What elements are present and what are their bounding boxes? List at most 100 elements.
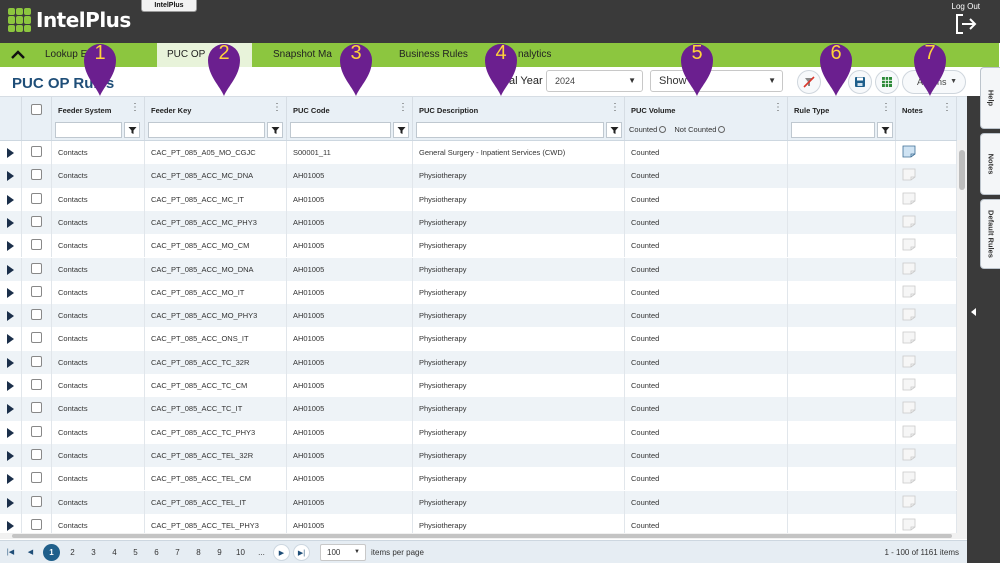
table-row[interactable]: Contacts CAC_PT_085_ACC_TC_IT AH01005 Physi…	[0, 397, 967, 421]
tab-business-rules[interactable]: Business Rules	[389, 43, 478, 67]
note-icon[interactable]	[902, 238, 916, 251]
first-page-icon[interactable]: |◀	[2, 544, 19, 561]
expand-row-icon[interactable]	[7, 497, 14, 508]
column-menu-icon[interactable]: ⋮	[130, 103, 140, 113]
table-row[interactable]: Contacts CAC_PT_085_ACC_ONS_IT AH01005 Phys…	[0, 327, 967, 351]
expand-row-icon[interactable]	[7, 217, 14, 228]
collapse-chevron-icon[interactable]	[8, 46, 28, 64]
note-icon[interactable]	[902, 145, 916, 158]
note-icon[interactable]	[902, 262, 916, 275]
row-checkbox[interactable]	[31, 472, 42, 484]
column-menu-icon[interactable]: ⋮	[773, 103, 783, 113]
row-checkbox[interactable]	[31, 215, 42, 227]
tab-snapshot-manager[interactable]: Snapshot Ma	[263, 43, 342, 67]
row-checkbox[interactable]	[31, 425, 42, 437]
column-menu-icon[interactable]: ⋮	[398, 103, 408, 113]
row-checkbox[interactable]	[31, 192, 42, 204]
page-number-3[interactable]: 3	[85, 544, 102, 561]
row-checkbox[interactable]	[31, 518, 42, 530]
feeder-system-filter-input[interactable]	[55, 122, 122, 138]
table-row[interactable]: Contacts CAC_PT_085_ACC_MO_CM AH01005 Physi…	[0, 234, 967, 258]
note-icon[interactable]	[902, 331, 916, 344]
page-number-6[interactable]: 6	[148, 544, 165, 561]
fiscal-year-select[interactable]: 2024 ▼	[546, 70, 643, 92]
puc-description-filter-input[interactable]	[416, 122, 604, 138]
page-number-more[interactable]: ...	[253, 544, 270, 561]
column-menu-icon[interactable]: ⋮	[942, 103, 952, 113]
page-number-10[interactable]: 10	[232, 544, 249, 561]
page-number-7[interactable]: 7	[169, 544, 186, 561]
last-page-icon[interactable]: ▶|	[293, 544, 310, 561]
feeder-key-filter-input[interactable]	[148, 122, 265, 138]
expand-row-icon[interactable]	[7, 381, 14, 391]
row-checkbox[interactable]	[31, 355, 42, 367]
expand-row-icon[interactable]	[7, 264, 14, 275]
page-number-2[interactable]: 2	[64, 544, 81, 561]
page-number-8[interactable]: 8	[190, 544, 207, 561]
table-row[interactable]: Contacts CAC_PT_085_ACC_MC_PHY3 AH01005 Phy…	[0, 210, 967, 235]
row-checkbox[interactable]	[31, 262, 42, 274]
note-icon[interactable]	[902, 448, 916, 461]
expand-row-icon[interactable]	[7, 357, 14, 368]
page-size-select[interactable]: 100 ▼	[320, 544, 366, 561]
vertical-scroll-thumb[interactable]	[959, 150, 965, 190]
puc-description-filter-button[interactable]	[606, 122, 622, 138]
row-checkbox[interactable]	[31, 379, 42, 390]
row-checkbox[interactable]	[31, 239, 42, 251]
page-number-1[interactable]: 1	[43, 544, 60, 561]
row-checkbox[interactable]	[31, 332, 42, 344]
expand-row-icon[interactable]	[7, 334, 14, 345]
feeder-key-filter-button[interactable]	[267, 122, 283, 138]
export-excel-button[interactable]	[875, 70, 899, 94]
page-number-9[interactable]: 9	[211, 544, 228, 561]
expand-panel-caret-icon[interactable]	[971, 308, 976, 316]
expand-row-icon[interactable]	[7, 450, 14, 461]
note-icon[interactable]	[902, 495, 916, 508]
note-icon[interactable]	[902, 518, 916, 531]
row-checkbox[interactable]	[31, 402, 42, 414]
window-tab[interactable]: IntelPlus	[141, 0, 197, 12]
note-icon[interactable]	[902, 308, 916, 321]
note-icon[interactable]	[902, 401, 916, 414]
table-row[interactable]: Contacts CAC_PT_085_ACC_TEL_32R AH01005 Phy…	[0, 443, 967, 468]
expand-row-icon[interactable]	[7, 241, 14, 252]
logout-button[interactable]: Log Out	[952, 2, 980, 35]
table-row[interactable]: Contacts CAC_PT_085_ACC_TC_PHY3 AH01005 Phy…	[0, 420, 967, 444]
table-row[interactable]: Contacts CAC_PT_085_ACC_MC_IT AH01005 Physi…	[0, 187, 967, 211]
not-counted-radio[interactable]	[718, 126, 726, 133]
expand-row-icon[interactable]	[7, 404, 14, 415]
expand-row-icon[interactable]	[7, 148, 14, 158]
expand-row-icon[interactable]	[7, 287, 14, 298]
next-page-icon[interactable]: ▶	[273, 544, 290, 561]
expand-row-icon[interactable]	[7, 520, 14, 531]
note-icon[interactable]	[902, 192, 916, 205]
table-row[interactable]: Contacts CAC_PT_085_A05_MO_CGJC S00001_11 G…	[0, 141, 967, 165]
table-row[interactable]: Contacts CAC_PT_085_ACC_MO_DNA AH01005 Phys…	[0, 257, 967, 281]
expand-row-icon[interactable]	[7, 427, 14, 438]
horizontal-scrollbar[interactable]	[0, 533, 967, 539]
page-number-4[interactable]: 4	[106, 544, 123, 561]
puc-code-filter-input[interactable]	[290, 122, 391, 138]
column-menu-icon[interactable]: ⋮	[881, 103, 891, 113]
expand-row-icon[interactable]	[7, 171, 14, 182]
rule-type-filter-input[interactable]	[791, 122, 875, 138]
note-icon[interactable]	[902, 378, 916, 391]
rule-type-filter-button[interactable]	[877, 122, 893, 138]
table-row[interactable]: Contacts CAC_PT_085_ACC_TC_CM AH01005 Physi…	[0, 374, 967, 398]
row-checkbox[interactable]	[31, 448, 42, 460]
row-checkbox[interactable]	[31, 146, 42, 157]
expand-row-icon[interactable]	[7, 311, 14, 322]
column-menu-icon[interactable]: ⋮	[272, 103, 282, 113]
select-all-checkbox[interactable]	[31, 104, 42, 115]
note-icon[interactable]	[902, 285, 916, 298]
note-icon[interactable]	[902, 355, 916, 368]
prev-page-icon[interactable]: ◀	[22, 544, 39, 561]
vertical-scrollbar[interactable]	[957, 140, 967, 538]
row-checkbox[interactable]	[31, 309, 42, 321]
column-menu-icon[interactable]: ⋮	[610, 103, 620, 113]
feeder-system-filter-button[interactable]	[124, 122, 140, 138]
table-row[interactable]: Contacts CAC_PT_085_ACC_MO_IT AH01005 Physi…	[0, 280, 967, 305]
side-tab-notes[interactable]: Notes	[980, 133, 1000, 195]
expand-row-icon[interactable]	[7, 474, 14, 485]
side-tab-default-rules[interactable]: Default Rules	[980, 199, 1000, 269]
